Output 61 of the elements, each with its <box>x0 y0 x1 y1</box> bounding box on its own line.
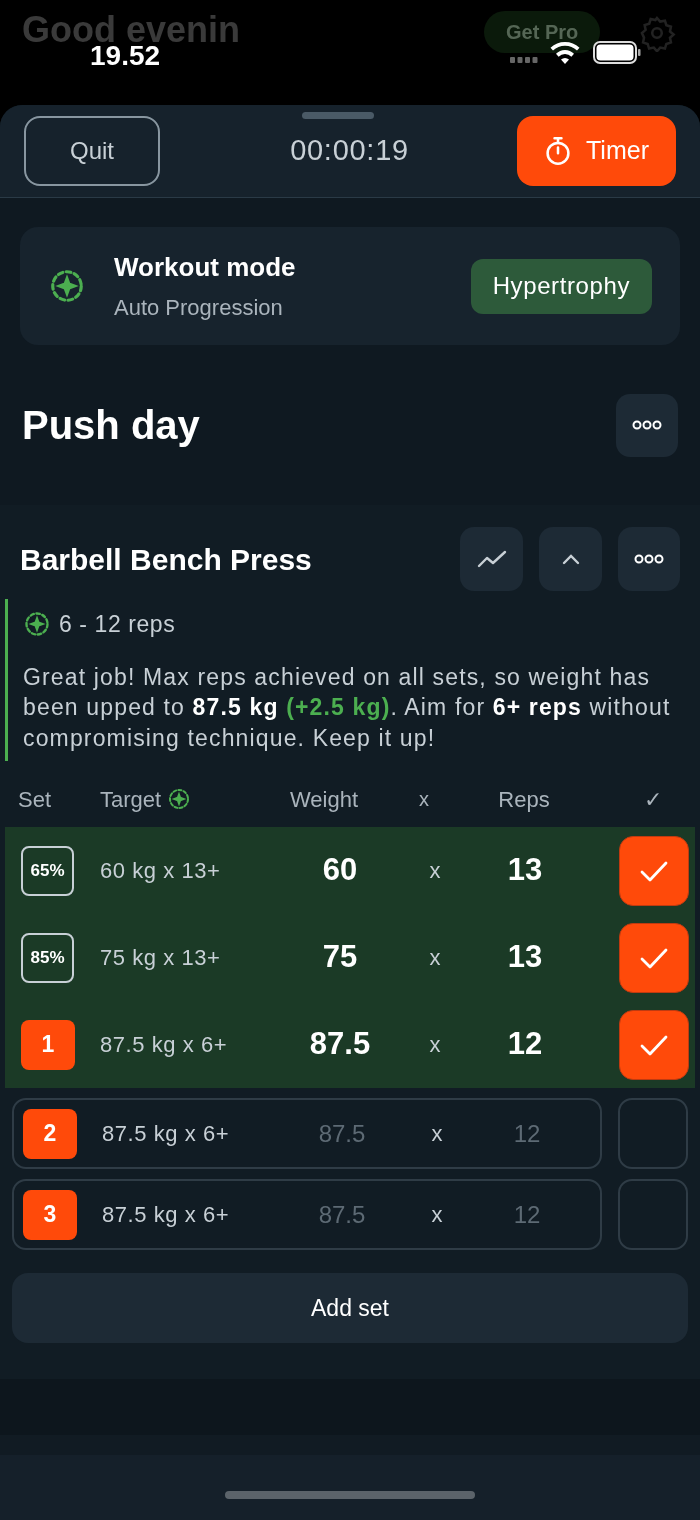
exercise-title: Barbell Bench Press <box>20 541 313 578</box>
weight-field[interactable]: 75 <box>322 934 358 981</box>
drag-handle[interactable] <box>302 112 374 119</box>
times-sign: x <box>430 1120 444 1148</box>
progression-note: Great job! Max reps achieved on all sets, so weight has been upped to 87.5 kg (+2.5 kg). Aim for 6+ reps without compromising technique. Keep it up! <box>23 662 672 753</box>
rep-range: 6 - 12 reps <box>59 610 176 639</box>
column-header: ✓ <box>644 785 662 814</box>
progress-chart-button[interactable] <box>460 527 523 591</box>
set-number-badge: 1 <box>21 1019 75 1070</box>
workout-more-button[interactable] <box>616 393 678 457</box>
column-header: Reps <box>497 785 551 814</box>
set-complete-checkbox[interactable] <box>618 1179 688 1250</box>
set-complete-checkbox[interactable] <box>619 922 689 993</box>
exercise-more-button[interactable] <box>618 527 680 591</box>
trend-line-icon <box>476 549 507 569</box>
mode-button[interactable]: Hypertrophy <box>470 258 652 314</box>
times-sign: x <box>428 857 442 885</box>
workout-title: Push day <box>22 402 200 449</box>
signal-icon <box>510 57 538 63</box>
set-target: 87.5 kg x 6+ <box>102 1120 231 1148</box>
checkmark-icon <box>640 1033 668 1056</box>
column-header: Weight <box>289 785 359 814</box>
set-number-badge: 3 <box>23 1189 77 1240</box>
auto-progression-icon <box>48 267 86 305</box>
warmup-percent-badge: 65% <box>21 845 74 896</box>
set-target: 75 kg x 13+ <box>100 944 222 972</box>
chevron-up-icon <box>561 553 580 565</box>
mode-subtitle: Auto Progression <box>114 294 284 322</box>
checkmark-icon <box>640 859 668 882</box>
column-header: x <box>418 787 430 812</box>
settings-icon <box>638 14 676 52</box>
times-sign: x <box>428 944 442 972</box>
add-set-button[interactable]: Add set <box>12 1273 688 1343</box>
set-complete-checkbox[interactable] <box>619 1009 689 1080</box>
battery-icon <box>593 41 641 64</box>
set-target: 60 kg x 13+ <box>100 857 222 885</box>
set-complete-checkbox[interactable] <box>619 835 689 906</box>
reps-field[interactable]: 13 <box>507 934 543 981</box>
set-number-badge: 2 <box>23 1108 77 1159</box>
checkmark-icon <box>640 946 668 969</box>
auto-progression-icon <box>23 610 51 639</box>
weight-field[interactable]: 60 <box>322 847 358 894</box>
times-sign: x <box>430 1201 444 1229</box>
weight-field[interactable]: 87.5 <box>309 1021 371 1068</box>
times-sign: x <box>428 1031 442 1059</box>
column-header: Set <box>17 785 53 814</box>
reps-field[interactable]: 13 <box>507 847 543 894</box>
reps-field[interactable]: 12 <box>507 1021 543 1068</box>
more-icon <box>634 554 664 564</box>
column-header: Target <box>100 785 162 814</box>
auto-progression-icon <box>167 787 192 811</box>
set-target: 87.5 kg x 6+ <box>100 1031 229 1059</box>
wifi-icon <box>550 42 580 64</box>
set-target: 87.5 kg x 6+ <box>102 1201 231 1229</box>
mode-title: Workout mode <box>114 251 297 284</box>
elapsed-time: 00:00:19 <box>290 133 409 169</box>
set-complete-checkbox[interactable] <box>618 1098 688 1169</box>
quit-button[interactable]: Quit <box>24 116 160 186</box>
warmup-percent-badge: 85% <box>21 932 74 983</box>
more-icon <box>632 420 662 430</box>
stopwatch-icon <box>544 136 572 166</box>
